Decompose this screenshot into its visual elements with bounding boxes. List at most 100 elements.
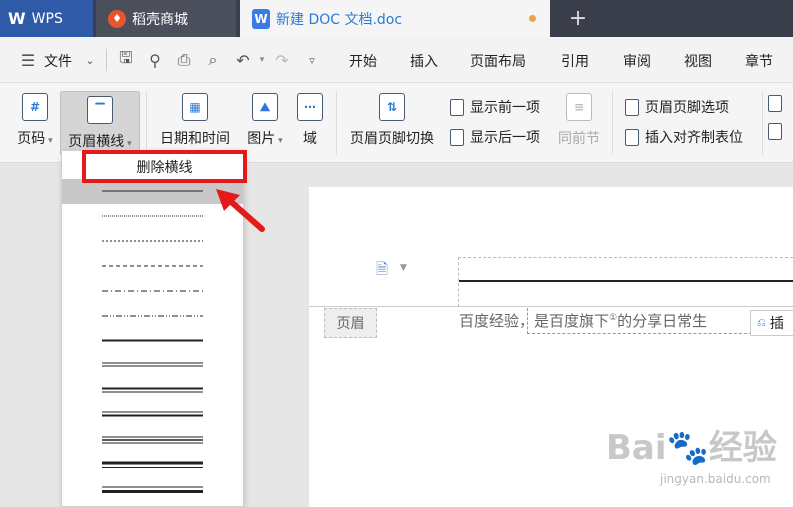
tab-document-label: 新建 DOC 文档.doc (276, 11, 403, 28)
document-body-text[interactable]: 百度经验，是百度旗下①的分享日常生 (459, 310, 707, 331)
unsaved-dot-icon (529, 15, 536, 22)
baidu-watermark: Bai🐾经验 (606, 428, 777, 468)
menu-insert[interactable]: 插入 (410, 51, 438, 71)
line-style-dashed[interactable] (102, 264, 203, 268)
tab-daoke-store[interactable]: ♦ 稻壳商城 (96, 0, 236, 37)
picture-label: 图片 ▾ (247, 131, 283, 147)
show-previous-icon (450, 98, 464, 116)
baidu-watermark-url: jingyan.baidu.com (660, 472, 771, 486)
switch-header-footer-label: 页眉页脚切换 (350, 131, 434, 147)
body-text-tail: 的分享日常生 (617, 312, 708, 330)
format-painter-icon[interactable]: ⚲ (145, 50, 165, 70)
tab-daoke-label: 稻壳商城 (132, 11, 188, 28)
line-style-double-thin[interactable] (102, 362, 203, 368)
line-style-dash-dot[interactable] (102, 289, 203, 293)
menu-home[interactable]: 开始 (349, 51, 377, 71)
line-style-thin-thick-double[interactable] (102, 486, 203, 494)
line-style-solid-thin (102, 190, 203, 192)
header-line-button[interactable]: ▔ 页眉横线 ▾ (60, 91, 140, 155)
header-footer-options-icon (625, 98, 639, 116)
more-option-2-icon (768, 123, 782, 140)
field-icon: ⋯ (297, 93, 323, 121)
insert-align-tab-button[interactable]: 插入对齐制表位 (625, 127, 743, 147)
line-style-triple[interactable] (102, 436, 203, 444)
hamburger-menu-icon[interactable]: ☰ (18, 50, 38, 70)
date-time-label: 日期和时间 (160, 131, 230, 147)
document-options-icon[interactable]: 🗎 (376, 259, 388, 284)
field-label: 域 (303, 131, 317, 147)
annotation-arrow-icon (216, 189, 265, 232)
switch-header-footer-icon: ⇅ (379, 93, 405, 121)
switch-header-footer-button[interactable]: ⇅ 页眉页脚切换 (344, 83, 440, 161)
line-style-double-thick-thin[interactable] (102, 387, 203, 393)
file-menu[interactable]: 文件 (44, 51, 72, 71)
wps-logo-icon: W (8, 9, 26, 28)
redo-icon[interactable]: ↷ (272, 50, 292, 70)
picture-button[interactable]: ⛰ 图片 ▾ (240, 83, 290, 161)
line-style-double-thin-thick[interactable] (102, 411, 203, 417)
page-number-button[interactable]: # 页码 ▾ (10, 83, 60, 161)
footnote-mark: ① (609, 313, 618, 323)
more-option-1-icon (768, 95, 782, 112)
insert-chip-label: 插 (769, 316, 784, 332)
save-icon[interactable]: 🖫 (116, 48, 136, 70)
print-icon[interactable]: ⎙ (174, 50, 194, 70)
tab-wps[interactable]: W WPS (0, 0, 93, 37)
same-as-previous-icon: ≡ (566, 93, 592, 121)
field-button[interactable]: ⋯ 域 (292, 83, 328, 161)
header-line-icon: ▔ (87, 96, 113, 124)
delete-line-option[interactable]: 删除横线 (82, 150, 247, 183)
menu-sections[interactable]: 章节 (745, 51, 773, 71)
more-option-1-button[interactable] (768, 95, 788, 112)
header-boundary (309, 306, 793, 307)
header-tag: 页眉 (324, 308, 377, 338)
body-text-main: 百度经验，是百度旗下 (459, 312, 610, 330)
ribbon-divider (612, 91, 613, 155)
header-line-label: 页眉横线 ▾ (68, 134, 132, 150)
show-next-label: 显示后一项 (470, 130, 540, 146)
show-next-button[interactable]: 显示后一项 (450, 127, 540, 147)
insert-align-tab-label: 插入对齐制表位 (645, 130, 743, 146)
insert-chip-button[interactable]: ⎌ 插 (750, 310, 793, 336)
page-number-icon: # (22, 93, 48, 121)
menu-references[interactable]: 引用 (561, 51, 589, 71)
same-as-previous-label: 同前节 (558, 131, 600, 147)
menu-bar: ☰ 文件 ⌄ 🖫 ⚲ ⎙ ⌕ ↶ ▾ ↷ ▿ 开始 插入 页面布局 引用 审阅 … (0, 37, 793, 83)
page-number-label: 页码 ▾ (17, 131, 53, 147)
menu-page-layout[interactable]: 页面布局 (470, 51, 526, 71)
undo-dropdown-icon[interactable]: ▾ (252, 50, 272, 70)
header-footer-options-label: 页眉页脚选项 (645, 100, 729, 116)
chevron-down-icon[interactable]: ⌄ (80, 50, 100, 70)
line-style-thick-thin-double[interactable] (102, 461, 203, 469)
ribbon-divider (762, 91, 763, 155)
tab-document[interactable]: W 新建 DOC 文档.doc (240, 0, 550, 37)
show-previous-button[interactable]: 显示前一项 (450, 97, 540, 117)
insert-chip-icon: ⎌ (757, 316, 766, 329)
customize-toolbar-icon[interactable]: ▿ (302, 50, 322, 70)
picture-icon: ⛰ (252, 93, 278, 121)
tab-wps-label: WPS (31, 10, 63, 27)
header-footer-options-button[interactable]: 页眉页脚选项 (625, 97, 729, 117)
calendar-icon: ▦ (182, 93, 208, 121)
header-edit-area[interactable] (458, 257, 793, 307)
insert-align-tab-icon (625, 128, 639, 146)
more-option-2-button[interactable] (768, 123, 788, 140)
menu-view[interactable]: 视图 (684, 51, 712, 71)
menu-review[interactable]: 审阅 (623, 51, 651, 71)
ribbon-divider (336, 91, 337, 155)
show-next-icon (450, 128, 464, 146)
show-previous-label: 显示前一项 (470, 100, 540, 116)
chevron-down-icon[interactable]: ▼ (400, 263, 407, 273)
print-preview-icon[interactable]: ⌕ (203, 50, 223, 70)
line-style-dotted[interactable] (102, 214, 203, 218)
menu-divider (106, 49, 107, 71)
same-as-previous-button[interactable]: ≡ 同前节 (554, 83, 604, 161)
line-style-dash-dot-dot[interactable] (102, 314, 203, 318)
tab-bar: W WPS ♦ 稻壳商城 W 新建 DOC 文档.doc + (0, 0, 793, 37)
undo-icon[interactable]: ↶ (233, 50, 253, 70)
ribbon-divider (146, 91, 147, 155)
line-style-solid-medium[interactable] (102, 338, 203, 343)
header-horizontal-line (459, 280, 793, 282)
line-style-dash-small[interactable] (102, 239, 203, 243)
new-tab-button[interactable]: + (562, 0, 594, 37)
